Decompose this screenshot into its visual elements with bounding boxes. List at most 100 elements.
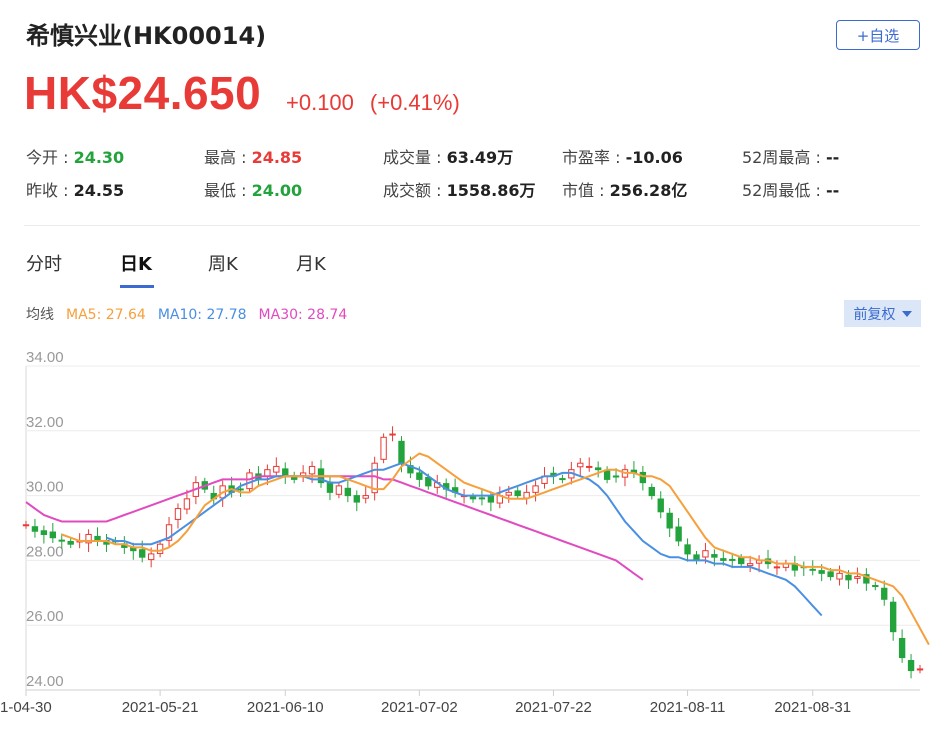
price-adjust-dropdown[interactable]: 前复权 (844, 300, 921, 327)
candle-body (729, 558, 736, 561)
candle-body (380, 436, 387, 460)
candle-body (532, 485, 539, 493)
candle-body (603, 469, 611, 480)
candle-body (40, 530, 48, 535)
y-tick-label: 28.00 (26, 543, 64, 560)
candle-body (738, 557, 745, 565)
change-amount: +0.100 (286, 90, 354, 115)
candle-body (299, 472, 307, 477)
candle-body (398, 440, 405, 464)
tab-weekly-k[interactable]: 周K (208, 250, 238, 276)
candle-body (22, 524, 30, 527)
candle-body (746, 563, 754, 567)
candle-body (845, 574, 852, 581)
stat-prev-close: 昨收 : 24.55 (26, 181, 125, 200)
ma-legend: 均线 MA5: 27.64 MA10: 27.78 MA30: 28.74 (26, 304, 359, 324)
x-tick-label: 1-04-30 (0, 699, 52, 716)
stat-52w-low: 52周最低 : -- (742, 181, 840, 200)
candle-body (174, 508, 182, 520)
candle-body (353, 495, 360, 503)
kline-chart[interactable]: 34.00 32.00 30.00 28.00 26.00 24.00 1-04-30 202… (0, 340, 940, 732)
add-watchlist-button[interactable]: +自选 (836, 20, 920, 50)
y-tick-label: 26.00 (26, 608, 64, 625)
tab-daily-k[interactable]: 日K (120, 250, 152, 276)
change-percent: (+0.41%) (369, 90, 460, 115)
x-tick-label: 2021-05-21 (122, 699, 199, 716)
candle-body (881, 587, 888, 600)
price-adjust-label: 前复权 (853, 306, 896, 323)
tab-monthly-k[interactable]: 月K (296, 250, 326, 276)
candle-body (657, 498, 664, 513)
stat-low: 最低 : 24.00 (204, 181, 303, 200)
candle-body (58, 539, 65, 542)
candle-body (872, 585, 879, 588)
candle-body (308, 465, 316, 475)
candle-body (577, 462, 584, 468)
candle-body (344, 487, 352, 497)
candle-body (559, 478, 566, 481)
candle-body (273, 465, 280, 473)
x-tick-label: 2021-07-02 (381, 699, 458, 716)
candle-body (818, 570, 825, 574)
stat-pe: 市盈率 : -10.06 (562, 148, 683, 167)
candle-body (282, 468, 289, 477)
ma30-legend: MA30: 28.74 (258, 307, 348, 323)
x-tick-label: 2021-08-11 (650, 699, 726, 716)
ma-legend-label: 均线 (26, 307, 54, 323)
stat-52w-high: 52周最高 : -- (742, 148, 840, 167)
x-tick-label: 2021-06-10 (247, 699, 324, 716)
candle-body (889, 601, 897, 633)
current-price: HK$24.650 (24, 67, 262, 119)
candle-body (675, 526, 682, 542)
y-tick-label: 32.00 (26, 414, 64, 431)
stock-title: 希慎兴业(HK00014) (26, 22, 267, 50)
candle-body (898, 637, 906, 659)
candle-body (264, 469, 271, 477)
candle-body (612, 475, 620, 478)
candle-body (362, 495, 369, 499)
candle-body (469, 496, 477, 500)
candle-body (156, 543, 164, 554)
candle-body (335, 485, 343, 495)
candle-body (139, 549, 146, 558)
candle-body (326, 481, 334, 493)
caret-down-icon (901, 310, 912, 317)
candle-body (147, 553, 155, 561)
candle-body (49, 531, 57, 539)
ma30-line (25, 475, 644, 581)
candle-body (684, 544, 691, 555)
divider (24, 225, 920, 226)
candle-body (67, 540, 74, 545)
y-tick-label: 24.00 (26, 673, 64, 690)
candle-body (246, 472, 253, 490)
candle-body (183, 498, 191, 510)
y-tick-label: 34.00 (26, 349, 64, 366)
candle-body (389, 433, 396, 436)
candle-body (594, 467, 602, 471)
candle-body (702, 550, 709, 558)
candle-body (827, 571, 834, 578)
candle-body (666, 512, 673, 529)
stat-turnover: 成交额 : 1558.86万 (383, 181, 536, 200)
tab-intraday[interactable]: 分时 (26, 250, 62, 276)
y-tick-label: 30.00 (26, 479, 64, 496)
ma5-legend: MA5: 27.64 (66, 307, 146, 323)
candle-body (907, 660, 915, 672)
candle-body (854, 576, 861, 579)
ma5-line (61, 452, 930, 646)
active-tab-indicator (120, 285, 154, 288)
candle-body (809, 568, 816, 571)
candle-body (711, 554, 718, 558)
candle-body (514, 490, 521, 497)
stat-market-cap: 市值 : 256.28亿 (562, 181, 688, 200)
stat-high: 最高 : 24.85 (204, 148, 303, 167)
stat-volume: 成交量 : 63.49万 (383, 148, 514, 167)
candle-body (639, 471, 647, 484)
ma10-legend: MA10: 27.78 (157, 307, 247, 323)
candle-body (478, 497, 486, 500)
candle-body (586, 465, 593, 468)
candle-body (836, 572, 843, 580)
candle-body (505, 491, 512, 496)
candle-body (416, 472, 423, 480)
candle-body (916, 668, 924, 671)
